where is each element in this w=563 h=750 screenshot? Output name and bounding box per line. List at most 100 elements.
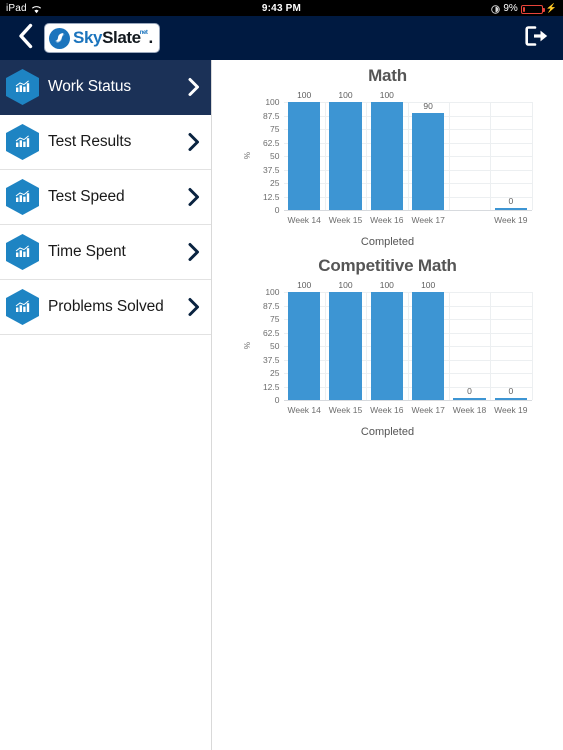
x-axis-title: Completed	[360, 426, 415, 438]
grid-vline	[407, 292, 409, 400]
app-navigation-bar: Sky Slate net .	[0, 16, 563, 60]
grid-vline	[490, 102, 492, 210]
chevron-right-icon	[187, 187, 201, 207]
bar-value-label: 0	[508, 196, 514, 206]
sidebar-item-label: Problems Solved	[48, 298, 164, 315]
x-axis-tick-label: Week 19	[494, 405, 528, 415]
skyslate-swirl-icon	[49, 27, 70, 49]
skyslate-logo[interactable]: Sky Slate net .	[44, 23, 160, 53]
chart-plot-area: % 100 87.5 75 62.5 50 37.5 25 12.5 0 100 Week 14 100…	[238, 88, 538, 248]
bar-value-label: 90	[423, 100, 433, 111]
bar-value-label: 100	[338, 280, 353, 290]
grid-vline	[490, 292, 492, 400]
sidebar-item-test-results[interactable]: Test Results	[0, 115, 211, 170]
y-axis-label: %	[242, 341, 252, 350]
lightning-bolt-icon: ⚡	[545, 2, 557, 13]
chevron-right-icon	[187, 297, 201, 317]
bar	[288, 292, 321, 400]
bar	[288, 102, 321, 210]
battery-icon	[520, 4, 545, 14]
bar-value-label: 100	[297, 90, 312, 100]
bar	[329, 292, 362, 400]
sidebar-item-test-speed[interactable]: Test Speed	[0, 170, 211, 225]
y-axis-tick-label: 25	[270, 367, 280, 378]
grid-vline	[531, 292, 533, 400]
sidebar-item-problems-solved[interactable]: Problems Solved	[0, 280, 211, 335]
bar	[412, 112, 445, 210]
bar-chart-icon	[6, 69, 39, 105]
y-axis-tick-label: 37.5	[262, 354, 280, 365]
bar-chart-icon	[6, 179, 39, 215]
battery-fill	[522, 6, 525, 12]
x-axis-tick-label: Week 19	[494, 215, 528, 225]
y-axis-tick-label: 50	[270, 340, 280, 351]
bar	[370, 102, 403, 210]
chart-title: Competitive Math	[318, 256, 457, 275]
status-bar-clock: 9:43 PM	[261, 2, 302, 14]
logo-net-text: net	[139, 30, 148, 36]
y-axis-tick-label: 87.5	[262, 300, 280, 311]
y-axis-tick-label: 62.5	[262, 327, 280, 338]
sidebar-item-label: Test Results	[48, 133, 132, 150]
bar-value-label: 0	[467, 386, 472, 396]
logo-dot-text: .	[148, 28, 154, 47]
bar-chart-icon	[6, 234, 39, 270]
y-axis-tick-label: 62.5	[262, 137, 280, 148]
y-axis-tick-label: 0	[274, 204, 280, 215]
sidebar-item-label: Work Status	[48, 78, 132, 95]
y-axis-label: %	[242, 151, 252, 160]
grid-vline	[324, 102, 326, 210]
back-button[interactable]	[12, 23, 38, 53]
status-bar-right: 9% ⚡	[491, 3, 557, 14]
ios-status-bar: iPad 9:43 PM 9% ⚡	[0, 0, 563, 16]
x-axis-tick-label: Week 17	[411, 215, 445, 225]
bar	[329, 102, 362, 210]
bar-value-label: 100	[421, 280, 436, 290]
bar-value-label: 100	[338, 90, 353, 100]
x-axis-line	[283, 400, 532, 401]
logo-sky-text: Sky	[73, 28, 103, 47]
bar-chart-icon	[6, 289, 39, 325]
bar-chart-icon	[6, 124, 39, 160]
logout-button[interactable]	[523, 23, 551, 53]
chevron-right-icon	[187, 77, 201, 97]
chart-plot-area: % 100 87.5 75 62.5 50 37.5 25 12.5 0 100 Week 14 100…	[238, 278, 538, 438]
skyslate-wordmark: Sky Slate net .	[73, 28, 153, 48]
y-axis-tick-label: 12.5	[262, 381, 280, 392]
y-axis-tick-label: 12.5	[262, 191, 280, 202]
bar	[494, 208, 527, 210]
y-axis-tick-label: 25	[270, 177, 280, 188]
sidebar-item-time-spent[interactable]: Time Spent	[0, 225, 211, 280]
x-axis-line	[283, 210, 532, 211]
bar	[412, 292, 445, 400]
logout-icon	[525, 25, 549, 52]
chevron-left-icon	[17, 23, 34, 54]
grid-vline	[407, 102, 409, 210]
chart-competitive-math: Competitive Math % 100 87.5 75 62.5 50 37.5 25 1…	[212, 254, 563, 442]
sidebar-item-label: Time Spent	[48, 243, 126, 260]
chevron-right-icon	[187, 132, 201, 152]
y-axis-tick-label: 87.5	[262, 110, 280, 121]
sidebar-item-label: Test Speed	[48, 188, 125, 205]
bar	[370, 292, 403, 400]
y-axis-tick-label: 100	[265, 286, 280, 297]
y-axis-tick-label: 100	[265, 96, 280, 107]
grid-vline	[531, 102, 533, 210]
bar-value-label: 0	[508, 386, 514, 396]
bar-value-label: 100	[297, 280, 312, 290]
charts-panel: Math % 100 87.5 75 62.5 50 37.5 25 12.5 0 100 Week …	[212, 60, 563, 750]
grid-vline	[448, 102, 450, 210]
chevron-right-icon	[187, 242, 201, 262]
main-body: Work Status Test Results Test Speed Time…	[0, 60, 563, 750]
grid-vline	[448, 292, 450, 400]
battery-percent-label: 9%	[503, 2, 518, 14]
bar	[453, 398, 486, 400]
bar-value-label: 100	[379, 280, 394, 290]
bar	[494, 398, 527, 400]
grid-vline	[366, 102, 368, 210]
y-axis-tick-label: 75	[270, 313, 280, 324]
chart-math: Math % 100 87.5 75 62.5 50 37.5 25 12.5 0 100 Week …	[212, 60, 563, 248]
chart-title: Math	[368, 66, 407, 85]
sidebar-item-work-status[interactable]: Work Status	[0, 60, 211, 115]
y-axis-tick-label: 37.5	[262, 164, 280, 175]
